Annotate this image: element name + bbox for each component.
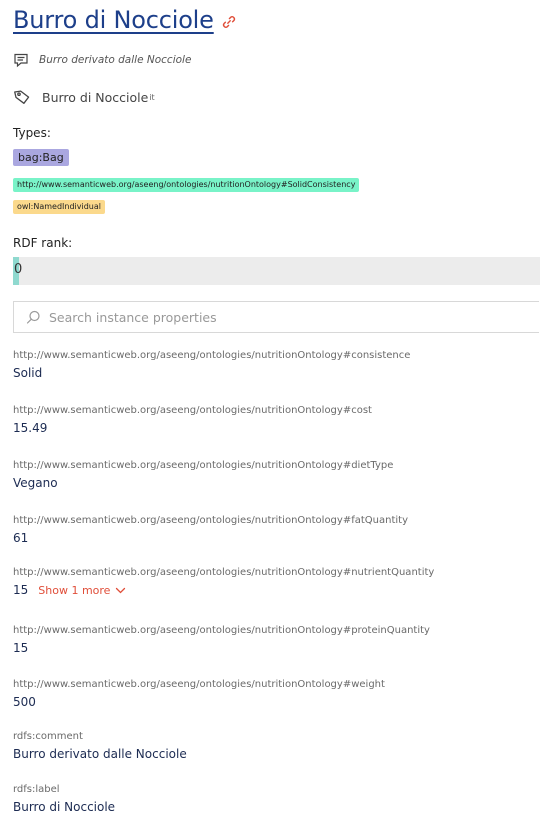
- property-rdfs-label: rdfs:label Burro di Nocciole: [13, 784, 115, 814]
- language-tag: it: [149, 92, 155, 102]
- description-text: Burro derivato dalle Nocciole: [39, 54, 192, 66]
- property-key[interactable]: http://www.semanticweb.org/aseeng/ontolo…: [13, 625, 430, 636]
- link-icon[interactable]: [221, 14, 237, 30]
- property-value-text: Solid: [13, 366, 43, 380]
- property-cost: http://www.semanticweb.org/aseeng/ontolo…: [13, 405, 372, 435]
- type-chip-named-individual[interactable]: owl:NamedIndividual: [13, 200, 105, 214]
- search-box: [13, 301, 539, 333]
- property-value-text: 500: [13, 695, 36, 709]
- property-value: Burro di Nocciole: [13, 800, 115, 814]
- type-chip-bag[interactable]: bag:Bag: [13, 149, 69, 166]
- property-key[interactable]: rdfs:comment: [13, 731, 187, 742]
- comment-icon: [13, 52, 29, 68]
- show-more-button[interactable]: Show 1 more: [38, 584, 126, 597]
- property-value: 15 Show 1 more: [13, 583, 434, 597]
- property-value: Vegano: [13, 476, 393, 490]
- property-value-text: 15.49: [13, 421, 48, 435]
- property-key[interactable]: http://www.semanticweb.org/aseeng/ontolo…: [13, 405, 372, 416]
- rdf-rank-heading: RDF rank:: [13, 236, 73, 250]
- property-value: 500: [13, 695, 385, 709]
- property-value: 61: [13, 531, 408, 545]
- search-icon: [26, 310, 41, 325]
- property-rdfs-comment: rdfs:comment Burro derivato dalle Noccio…: [13, 731, 187, 761]
- label-row: Burro di Nocciole it: [13, 86, 155, 108]
- property-value-text: Vegano: [13, 476, 58, 490]
- property-value: 15: [13, 641, 430, 655]
- property-key[interactable]: http://www.semanticweb.org/aseeng/ontolo…: [13, 567, 434, 578]
- property-key[interactable]: rdfs:label: [13, 784, 115, 795]
- label-text: Burro di Nocciole: [42, 89, 149, 105]
- type-chip-solid-consistency[interactable]: http://www.semanticweb.org/aseeng/ontolo…: [13, 178, 360, 192]
- property-fat-quantity: http://www.semanticweb.org/aseeng/ontolo…: [13, 515, 408, 545]
- property-value-text: 15: [13, 583, 29, 597]
- property-value-text: Burro derivato dalle Nocciole: [13, 747, 187, 761]
- property-weight: http://www.semanticweb.org/aseeng/ontolo…: [13, 679, 385, 709]
- rdf-rank-value: 0: [14, 262, 23, 277]
- rdf-rank-bar: 0: [13, 257, 540, 285]
- property-key[interactable]: http://www.semanticweb.org/aseeng/ontolo…: [13, 515, 408, 526]
- property-value-text: Burro di Nocciole: [13, 800, 116, 814]
- property-value-text: 15: [13, 641, 29, 655]
- description-row: Burro derivato dalle Nocciole: [13, 50, 191, 70]
- property-key[interactable]: http://www.semanticweb.org/aseeng/ontolo…: [13, 679, 385, 690]
- property-protein-quantity: http://www.semanticweb.org/aseeng/ontolo…: [13, 625, 430, 655]
- property-value: Solid: [13, 366, 410, 380]
- title-row: Burro di Nocciole: [13, 2, 237, 38]
- types-heading: Types:: [13, 126, 51, 140]
- property-consistence: http://www.semanticweb.org/aseeng/ontolo…: [13, 350, 410, 380]
- property-key[interactable]: http://www.semanticweb.org/aseeng/ontolo…: [13, 460, 393, 471]
- property-value: 15.49: [13, 421, 372, 435]
- chevron-down-icon: [115, 585, 126, 596]
- property-value-text: 61: [13, 531, 29, 545]
- show-more-label: Show 1 more: [38, 583, 111, 597]
- tag-icon: [13, 88, 31, 106]
- page-title[interactable]: Burro di Nocciole: [13, 6, 214, 34]
- search-input[interactable]: [47, 308, 531, 326]
- property-key[interactable]: http://www.semanticweb.org/aseeng/ontolo…: [13, 350, 410, 361]
- property-value: Burro derivato dalle Nocciole: [13, 747, 187, 761]
- property-nutrient-quantity: http://www.semanticweb.org/aseeng/ontolo…: [13, 567, 434, 597]
- property-diet-type: http://www.semanticweb.org/aseeng/ontolo…: [13, 460, 393, 490]
